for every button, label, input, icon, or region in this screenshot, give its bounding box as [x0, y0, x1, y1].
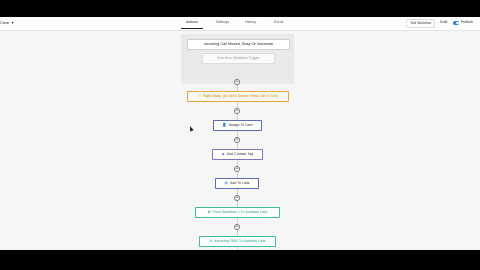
add-action-button[interactable]: + — [234, 79, 240, 85]
mouse-cursor-icon — [188, 125, 194, 132]
sms-icon: ✉ — [209, 239, 213, 243]
action-node-goal[interactable]: ⇄ From Workflow > To Auxiliary Lists — [195, 207, 280, 218]
tab-label: History — [245, 20, 257, 24]
action-node-sms[interactable]: ✉ Incoming SMS To Auxiliary Lists — [199, 236, 276, 247]
publish-label: Publish — [461, 20, 473, 24]
tab-label: Settings — [216, 20, 229, 24]
node-label: Incoming SMS To Auxiliary Lists — [214, 239, 266, 243]
workflow-trigger[interactable]: Incoming Call Missed, Busy Or Voicemail — [187, 39, 290, 50]
back-button[interactable]: Clear ▾ — [0, 20, 14, 25]
node-label: Add To Lists — [229, 181, 250, 185]
top-toolbar: Clear ▾ Actions Settings History Enroll T… — [0, 17, 480, 31]
trigger-panel: Incoming Call Missed, Busy Or Voicemail … — [181, 34, 294, 84]
node-label: From Workflow > To Auxiliary Lists — [212, 210, 268, 214]
add-action-button[interactable]: + — [234, 195, 240, 201]
tag-icon: ◆ — [221, 152, 225, 156]
node-label: Add Contact Tag — [226, 152, 254, 156]
publish-toggle[interactable] — [453, 21, 459, 25]
flow-icon: ⇄ — [207, 210, 211, 214]
add-trigger-button[interactable]: Add New Workflow Trigger — [202, 53, 275, 64]
tab-enroll[interactable]: Enroll — [274, 20, 283, 24]
list-icon: ▤ — [224, 181, 228, 185]
tab-actions[interactable]: Actions — [181, 20, 203, 29]
active-tab-indicator — [181, 28, 203, 29]
draft-label: Draft — [440, 20, 448, 24]
action-node-assign-user[interactable]: 👤 Assign To User — [213, 120, 262, 131]
add-action-button[interactable]: + — [234, 108, 240, 114]
user-icon: 👤 — [222, 123, 227, 127]
chevron-down-icon: ▾ — [11, 20, 14, 25]
tab-label: Actions — [186, 20, 198, 24]
tab-settings[interactable]: Settings — [216, 20, 229, 24]
back-label: Clear — [0, 20, 10, 25]
action-node-wait[interactable]: ⏲ Right Away, (As SMS Doesn't Pass Like 4… — [187, 91, 289, 102]
action-node-add-list[interactable]: ▤ Add To Lists — [215, 178, 259, 189]
action-node-add-tag[interactable]: ◆ Add Contact Tag — [212, 149, 263, 160]
clock-icon: ⏲ — [198, 94, 201, 98]
tab-history[interactable]: History — [245, 20, 256, 24]
test-workflow-button[interactable]: Test Workflow — [406, 19, 436, 28]
node-label: Assign To User — [228, 123, 253, 127]
add-action-button[interactable]: + — [234, 224, 240, 230]
tab-label: Enroll — [274, 20, 284, 24]
app-window: Clear ▾ Actions Settings History Enroll T… — [0, 17, 480, 250]
add-action-button[interactable]: + — [234, 166, 240, 172]
node-label: Right Away, (As SMS Doesn't Pass Like 4 … — [202, 94, 278, 98]
add-action-button[interactable]: + — [234, 137, 240, 143]
